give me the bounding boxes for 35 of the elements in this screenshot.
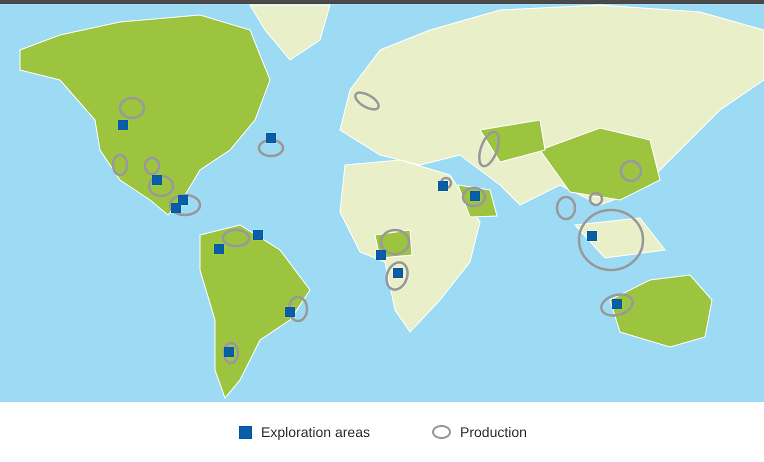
production-marker (620, 160, 642, 182)
exploration-marker (470, 191, 480, 201)
exploration-marker (393, 268, 403, 278)
legend-label: Production (460, 424, 527, 440)
legend-label: Exploration areas (261, 424, 370, 440)
production-marker (288, 296, 308, 322)
production-marker (588, 192, 604, 206)
production-marker (462, 186, 486, 208)
exploration-marker (178, 195, 188, 205)
exploration-marker (266, 133, 276, 143)
exploration-marker (171, 203, 181, 213)
ellipse-icon (432, 425, 451, 439)
production-marker (112, 154, 128, 176)
production-marker (380, 228, 410, 256)
production-marker (168, 194, 202, 216)
exploration-marker (152, 175, 162, 185)
production-marker (600, 293, 634, 317)
exploration-marker (214, 244, 224, 254)
exploration-marker (118, 120, 128, 130)
exploration-marker (224, 347, 234, 357)
production-marker (258, 138, 284, 158)
production-marker (118, 96, 146, 120)
square-icon (239, 426, 252, 438)
exploration-marker (376, 250, 386, 260)
exploration-marker (587, 231, 597, 241)
production-marker (478, 130, 500, 168)
production-marker (222, 342, 240, 364)
exploration-marker (438, 181, 448, 191)
production-marker (354, 91, 380, 111)
exploration-marker (253, 230, 263, 240)
production-marker (440, 176, 452, 190)
exploration-marker (285, 307, 295, 317)
production-marker (222, 228, 250, 248)
production-marker (385, 261, 409, 291)
exploration-marker (612, 299, 622, 309)
